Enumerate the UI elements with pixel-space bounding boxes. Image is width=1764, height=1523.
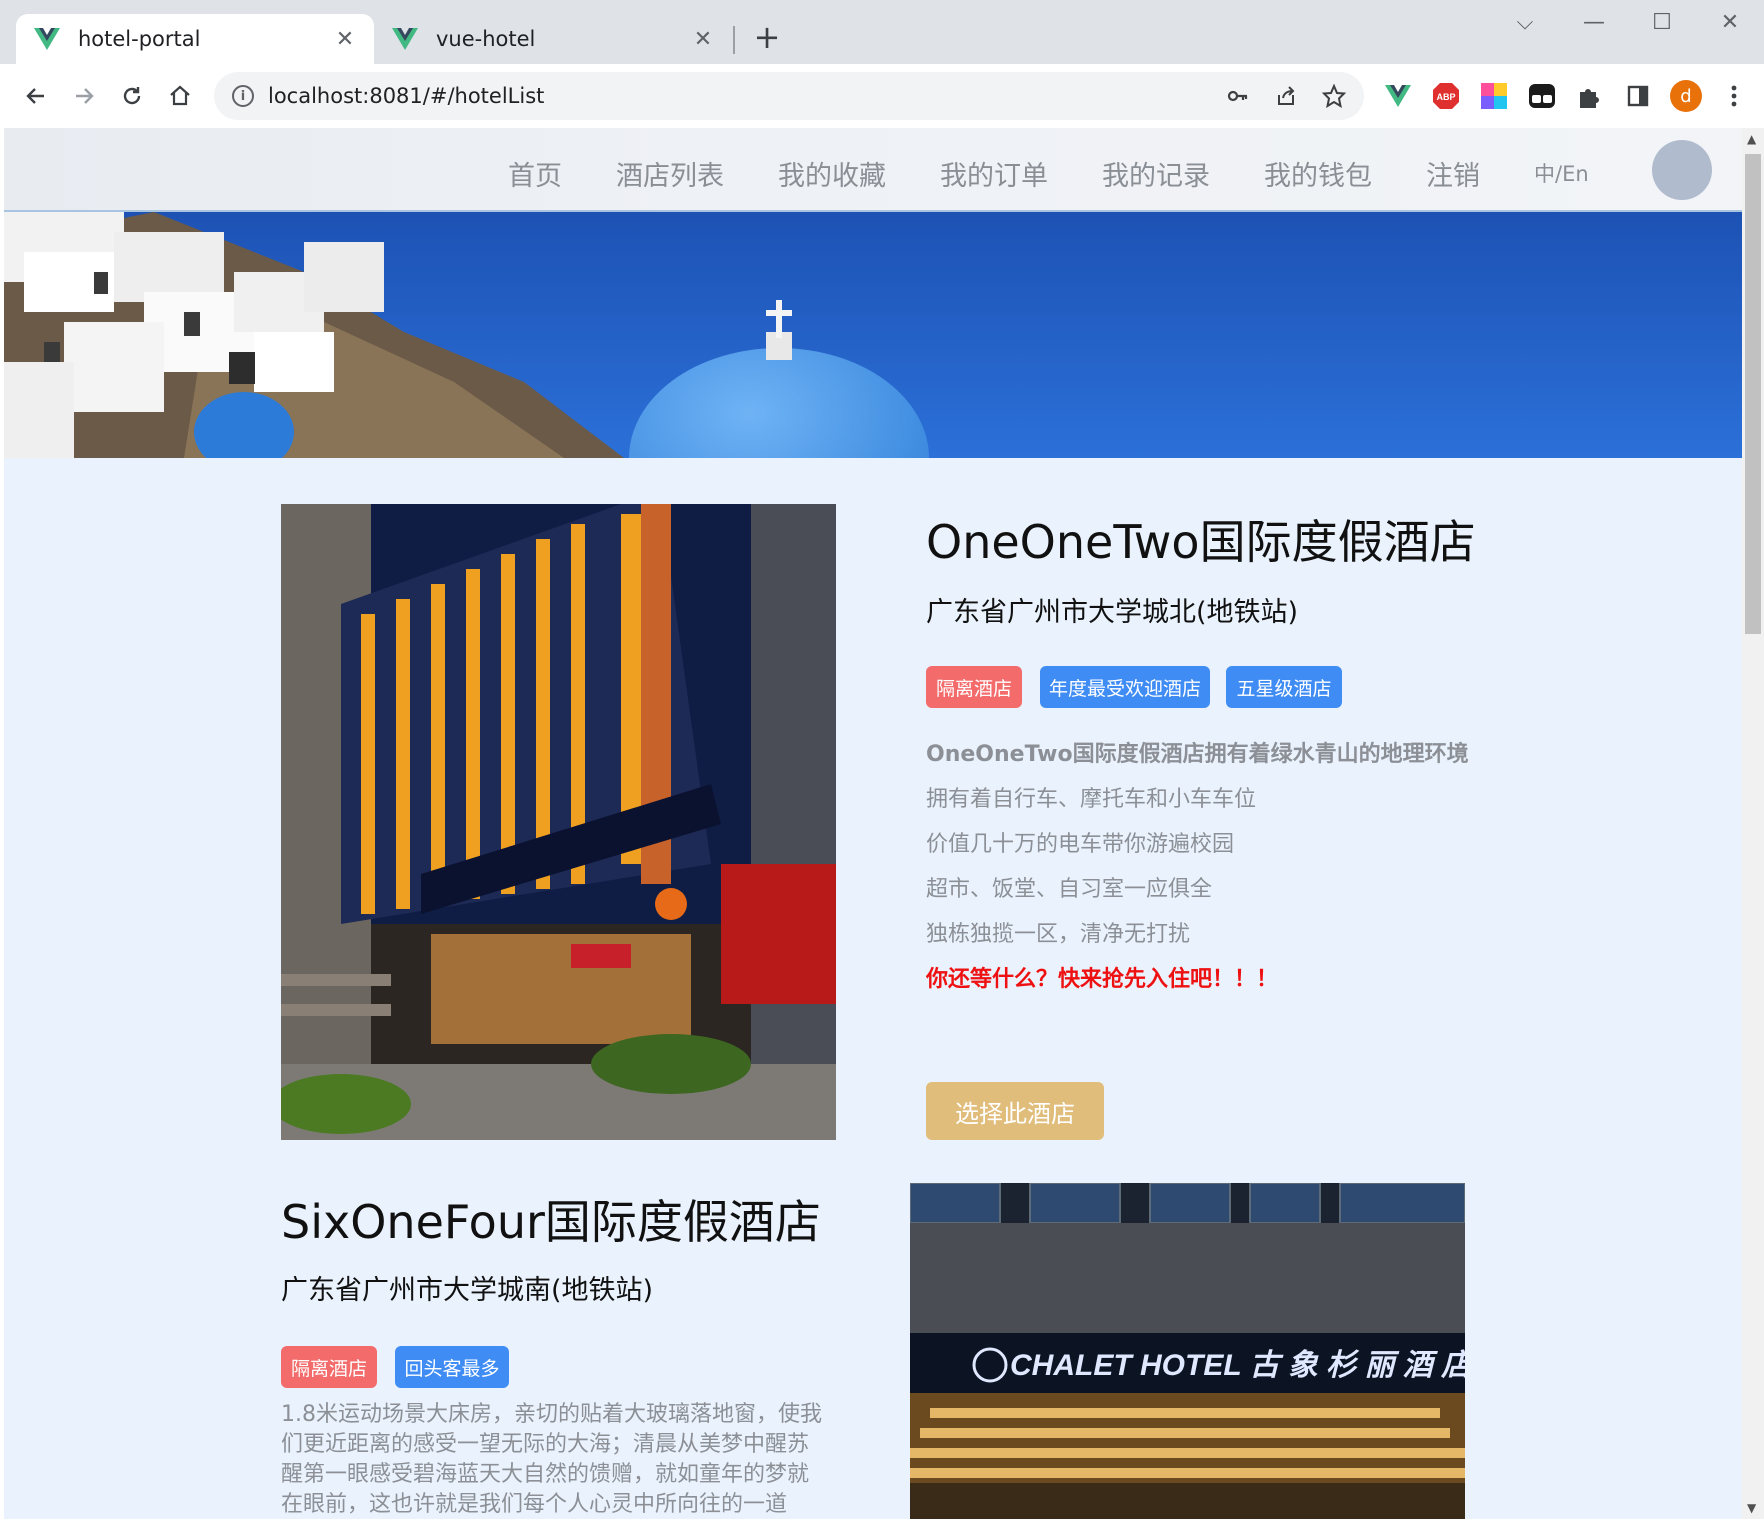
- nav-item-hotel-list[interactable]: 酒店列表: [616, 154, 724, 193]
- address-bar[interactable]: i localhost:8081/#/hotelList: [214, 72, 1364, 120]
- abp-label: ABP: [1436, 92, 1455, 102]
- side-panel-icon[interactable]: [1620, 78, 1656, 114]
- select-hotel-button[interactable]: 选择此酒店: [926, 1082, 1104, 1140]
- profile-avatar[interactable]: d: [1668, 78, 1704, 114]
- hotel-signage-text: CHALET HOTEL 古 象 杉 丽 酒 店: [1010, 1349, 1465, 1382]
- hotel-address: 广东省广州市大学城南(地铁站): [281, 1275, 654, 1306]
- maximize-window-button[interactable]: ☐: [1642, 10, 1682, 35]
- call-to-action-text: 你还等什么？快来抢先入住吧！！！: [926, 967, 1279, 992]
- scroll-up-arrow-icon[interactable]: ▲: [1747, 132, 1756, 146]
- browser-tab-hotel-portal[interactable]: hotel-portal ✕: [16, 14, 374, 64]
- hotel-address: 广东省广州市大学城北(地铁站): [926, 597, 1299, 628]
- tab-search-dropdown-icon[interactable]: ⌵: [1505, 10, 1545, 35]
- browser-toolbar: i localhost:8081/#/hotelList ABP d: [0, 64, 1764, 128]
- tab-close-icon[interactable]: ✕: [334, 27, 356, 52]
- forward-arrow-icon: [76, 88, 94, 104]
- tab-title: hotel-portal: [78, 27, 201, 51]
- description-line: 拥有着自行车、摩托车和小车车位: [926, 787, 1257, 812]
- tag-quarantine-hotel: 隔离酒店: [281, 1346, 377, 1388]
- vue-logo-icon: [34, 28, 60, 50]
- back-button[interactable]: [18, 78, 54, 114]
- tab-separator: [733, 26, 735, 54]
- tag-five-star: 五星级酒店: [1226, 666, 1342, 708]
- description-line: 价值几十万的电车带你游遍校园: [926, 832, 1235, 857]
- minimize-window-button[interactable]: —: [1574, 10, 1614, 35]
- nav-item-records[interactable]: 我的记录: [1102, 154, 1210, 193]
- nav-item-orders[interactable]: 我的订单: [940, 154, 1048, 193]
- vue-logo-icon: [392, 28, 418, 50]
- banner-illustration: [4, 212, 1742, 458]
- hotel-building-photo: [281, 504, 836, 1140]
- vertical-scrollbar[interactable]: ▲ ▼: [1742, 128, 1764, 1519]
- new-tab-button[interactable]: +: [752, 18, 782, 56]
- forward-button[interactable]: [66, 78, 102, 114]
- tab-close-icon[interactable]: ✕: [692, 27, 714, 52]
- vue-devtools-icon[interactable]: [1380, 78, 1416, 114]
- tag-quarantine-hotel: 隔离酒店: [926, 666, 1022, 708]
- nav-item-logout[interactable]: 注销: [1426, 154, 1480, 193]
- colorful-squares-icon[interactable]: [1476, 78, 1512, 114]
- key-icon[interactable]: [1220, 78, 1256, 114]
- adblock-plus-icon[interactable]: ABP: [1428, 78, 1464, 114]
- nav-item-wallet[interactable]: 我的钱包: [1264, 154, 1372, 193]
- description-line: 超市、饭堂、自习室一应俱全: [926, 877, 1213, 902]
- hotel-description: 1.8米运动场景大床房，亲切的贴着大玻璃落地窗，使我们更近距离的感受一望无际的大…: [281, 1402, 822, 1517]
- scrollbar-thumb[interactable]: [1745, 154, 1761, 634]
- hotel-name[interactable]: OneOneTwo国际度假酒店: [926, 506, 1476, 572]
- tab-title: vue-hotel: [436, 27, 536, 51]
- hotel-entrance-photo: CHALET HOTEL 古 象 杉 丽 酒 店: [910, 1183, 1465, 1519]
- browser-tab-vue-hotel[interactable]: vue-hotel ✕: [374, 14, 732, 64]
- user-avatar[interactable]: [1652, 140, 1712, 200]
- reload-icon: [123, 87, 141, 105]
- scroll-down-arrow-icon[interactable]: ▼: [1747, 1501, 1756, 1515]
- browser-menu-icon[interactable]: [1716, 78, 1752, 114]
- page-viewport: 首页 酒店列表 我的收藏 我的订单 我的记录 我的钱包 注销 中/En OneO…: [4, 128, 1742, 1519]
- hotel-image-sixonefour[interactable]: CHALET HOTEL 古 象 杉 丽 酒 店: [910, 1183, 1465, 1519]
- hotel-name[interactable]: SixOneFour国际度假酒店: [281, 1186, 821, 1252]
- tag-most-popular: 年度最受欢迎酒店: [1040, 666, 1210, 708]
- language-switch[interactable]: 中/En: [1534, 158, 1589, 188]
- nav-item-home[interactable]: 首页: [508, 154, 562, 193]
- nav-item-favorites[interactable]: 我的收藏: [778, 154, 886, 193]
- home-icon: [170, 85, 190, 106]
- reload-button[interactable]: [114, 78, 150, 114]
- browser-tab-bar: hotel-portal ✕ vue-hotel ✕ + ⌵ — ☐ ✕: [0, 0, 1764, 64]
- tag-most-returning-guests: 回头客最多: [395, 1346, 509, 1388]
- hotel-image-oneonetwo[interactable]: [281, 504, 836, 1140]
- description-line: 独栋独揽一区，清净无打扰: [926, 922, 1191, 947]
- bookmark-star-icon[interactable]: [1316, 78, 1352, 114]
- site-info-icon[interactable]: i: [232, 85, 254, 107]
- puzzle-icon[interactable]: [1572, 78, 1608, 114]
- home-button[interactable]: [162, 78, 198, 114]
- back-arrow-icon: [26, 88, 44, 104]
- glasses-extension-icon[interactable]: [1524, 78, 1560, 114]
- url-text[interactable]: localhost:8081/#/hotelList: [268, 84, 1220, 108]
- description-line: OneOneTwo国际度假酒店拥有着绿水青山的地理环境: [926, 742, 1469, 767]
- site-header: 首页 酒店列表 我的收藏 我的订单 我的记录 我的钱包 注销 中/En: [4, 128, 1742, 212]
- hero-banner: [4, 212, 1742, 458]
- close-window-button[interactable]: ✕: [1710, 10, 1750, 35]
- share-icon[interactable]: [1268, 78, 1304, 114]
